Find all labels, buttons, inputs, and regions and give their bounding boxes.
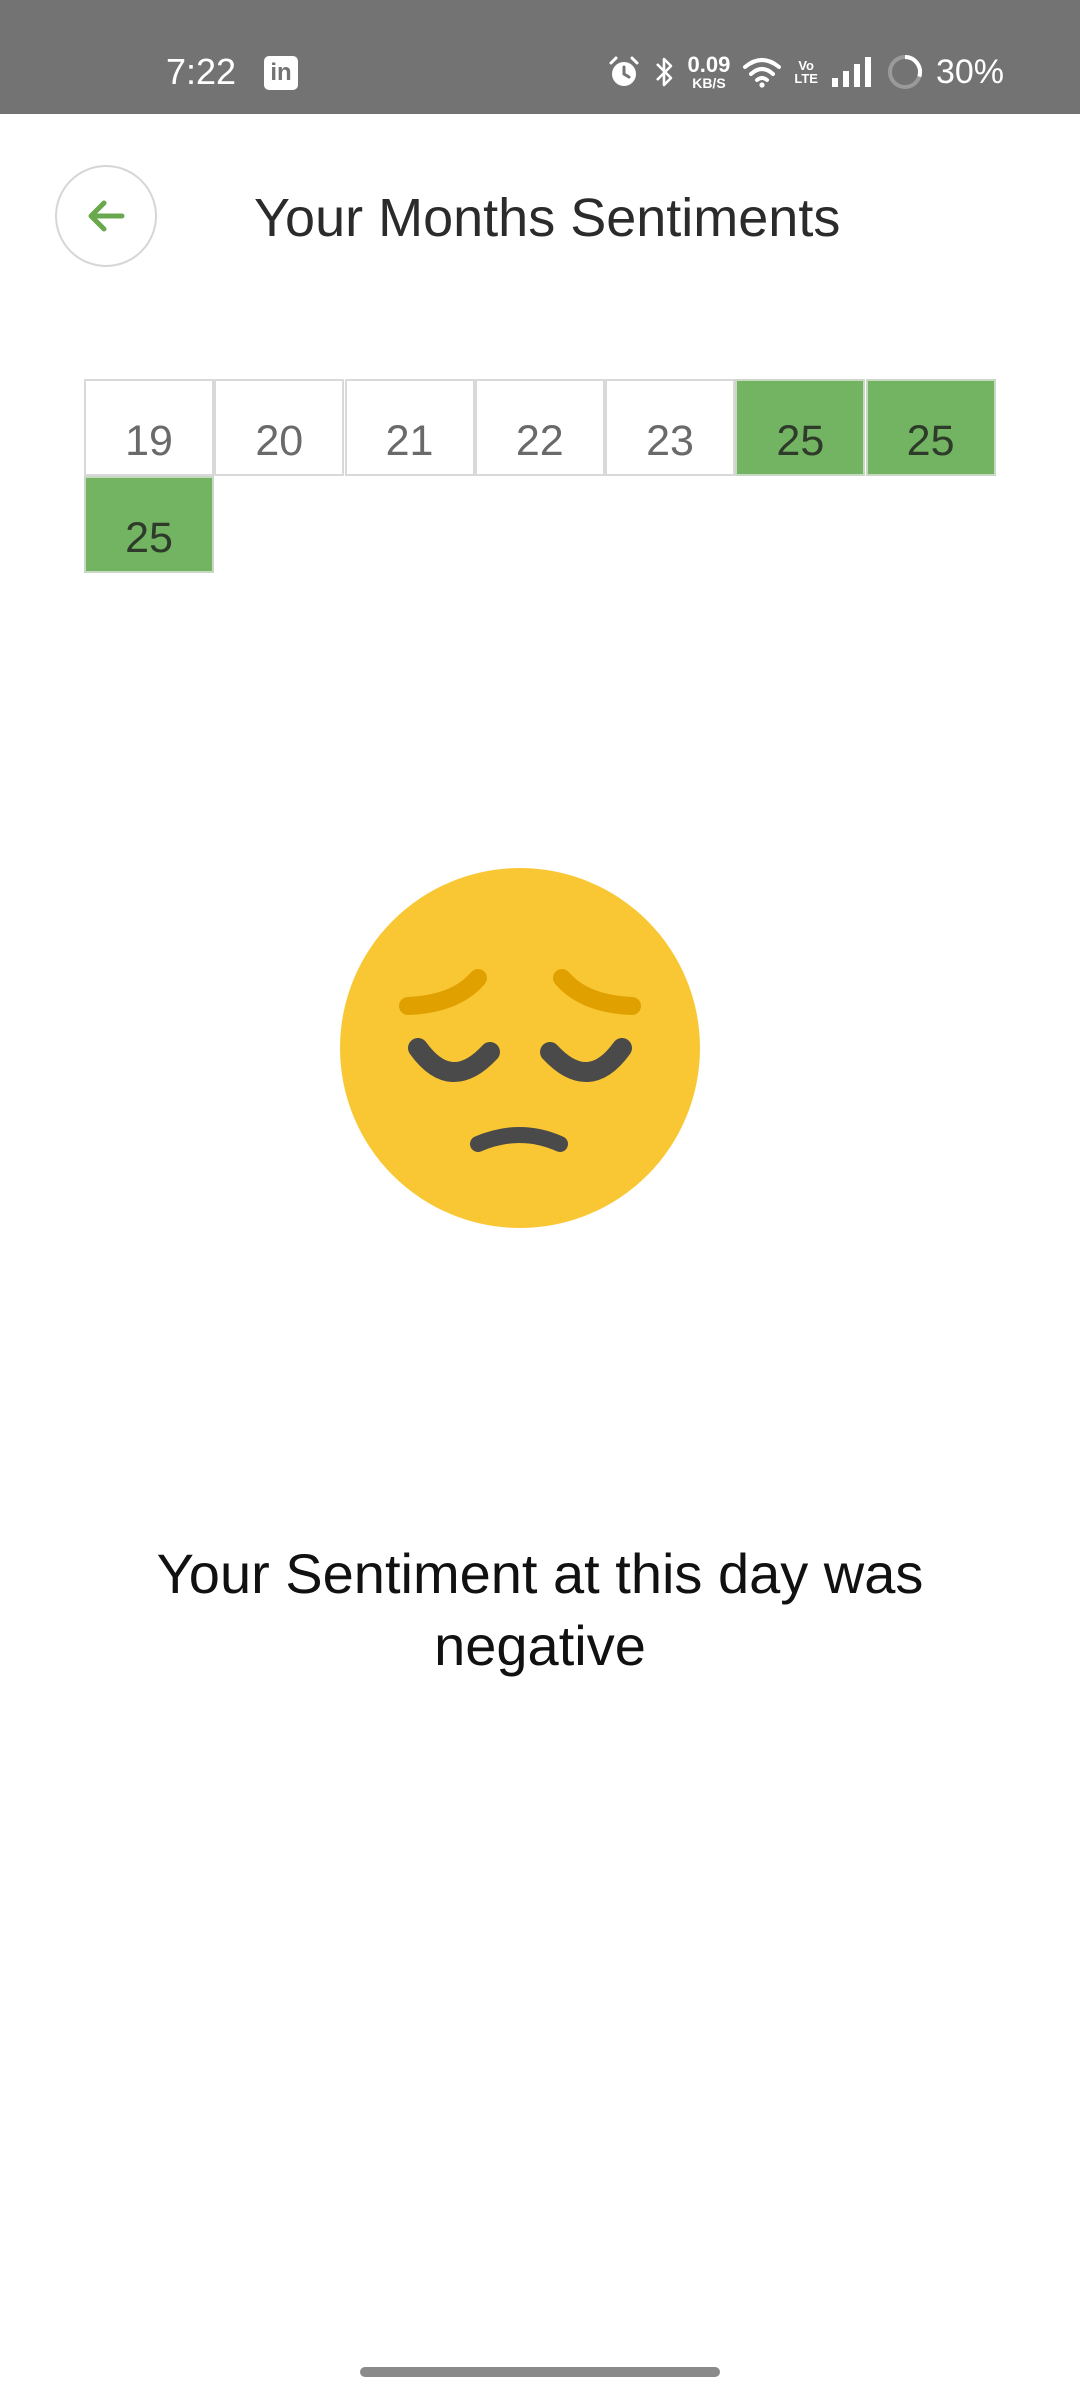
net-speed-unit: KB/S [692, 75, 726, 91]
status-icons: 0.09 KB/S Vo LTE 30% [606, 48, 1004, 96]
sentiment-message: Your Sentiment at this day was negative [156, 1542, 924, 1677]
signal-icon [830, 56, 874, 88]
arrow-left-icon [88, 200, 125, 232]
alarm-icon [606, 54, 642, 90]
day-cell[interactable]: 23 [605, 379, 736, 476]
wifi-icon [742, 55, 782, 89]
net-speed-indicator: 0.09 KB/S [687, 52, 731, 91]
bluetooth-icon [654, 54, 676, 90]
day-cell[interactable]: 22 [474, 379, 605, 476]
net-speed-value: 0.09 [687, 52, 731, 77]
volte-bottom: LTE [794, 71, 818, 86]
status-time: 7:22 [166, 51, 237, 92]
day-cell[interactable]: 25 [84, 476, 214, 573]
day-cell[interactable]: 21 [344, 379, 475, 476]
day-cell[interactable]: 25 [735, 379, 866, 476]
volte-indicator: Vo LTE [794, 59, 818, 85]
day-cell[interactable]: 20 [214, 379, 345, 476]
status-bar: 7:22 in 0.09 KB/S Vo LTE 30% [0, 0, 1080, 114]
battery-percent: 30% [935, 52, 1004, 91]
day-grid: 19 20 21 22 23 25 25 25 [84, 379, 996, 573]
linkedin-icon: in [264, 56, 298, 90]
pensive-face-icon [338, 866, 702, 1230]
page-title: Your Months Sentiments [254, 188, 841, 248]
day-cell[interactable]: 19 [84, 379, 214, 476]
day-cell[interactable]: 25 [865, 379, 996, 476]
back-button[interactable] [55, 165, 157, 267]
home-indicator[interactable] [360, 2367, 720, 2377]
battery-ring-icon [886, 53, 924, 91]
